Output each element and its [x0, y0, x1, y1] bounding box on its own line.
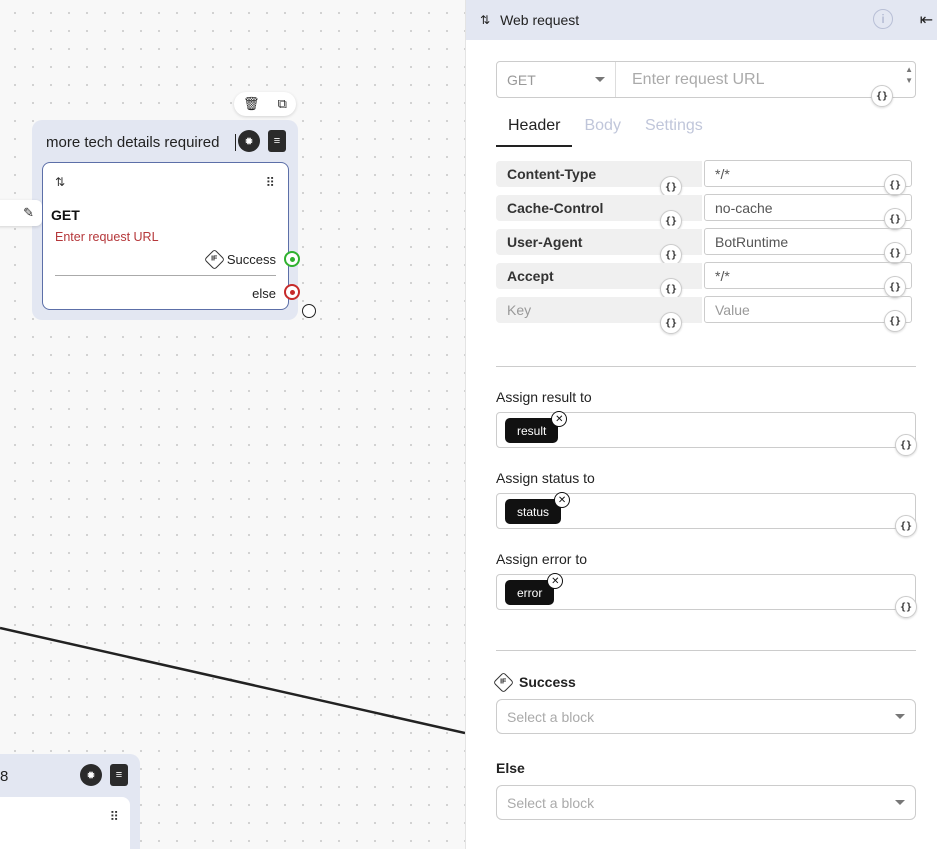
assign-result-label: Assign result to [496, 389, 592, 405]
group-title-input[interactable]: more tech details required [46, 134, 236, 151]
tab-settings[interactable]: Settings [633, 114, 715, 147]
header-value-input[interactable]: Value [704, 296, 912, 323]
success-branch-config: IF Success Select a block [492, 671, 916, 734]
headers-table: Content-Type */* {} {} Cache-Control no-… [496, 159, 916, 334]
drag-handle-icon[interactable]: ⠿ [109, 809, 118, 825]
else-block-select[interactable]: Select a block [496, 785, 916, 820]
success-label: Success [519, 674, 576, 690]
variable-button[interactable]: {} [895, 515, 917, 537]
chevron-down-icon [895, 714, 905, 719]
if-icon: IF [203, 248, 225, 271]
variable-button[interactable]: {} [895, 434, 917, 456]
drag-handle-icon[interactable]: ⠿ [265, 175, 274, 191]
else-branch-config: Else Select a block [496, 760, 916, 820]
tab-bar: Header Body Settings [496, 114, 715, 147]
chevron-down-icon [595, 77, 605, 82]
if-icon: IF [492, 671, 515, 693]
web-request-panel: ⇅ Web request i ⇤ GET Enter request URL … [465, 0, 937, 849]
else-label: Else [496, 760, 525, 776]
delete-icon[interactable]: 🗑 [243, 96, 260, 112]
else-branch: else [252, 286, 276, 301]
header-row: Content-Type */* {} {} [496, 159, 916, 198]
document-icon[interactable]: ≡ [268, 130, 286, 152]
arrows-updown-icon: ⇅ [55, 175, 66, 189]
success-branch: IF Success [203, 248, 276, 271]
ai-brain-icon[interactable]: ✹ [80, 764, 102, 786]
assign-error: Assign error to error ✕ {} [496, 551, 917, 618]
node-card-2[interactable]: ⠿ [0, 797, 130, 849]
group2-title[interactable]: 8 [0, 768, 8, 785]
ai-brain-icon[interactable]: ✹ [238, 130, 260, 152]
variable-chip: status ✕ [505, 492, 571, 524]
success-port[interactable] [284, 251, 300, 267]
collapse-panel-icon[interactable]: ⇤ [920, 10, 933, 30]
header-row: Cache-Control no-cache {} {} [496, 193, 916, 232]
header-value[interactable]: */* [704, 262, 912, 289]
stepper-arrows-icon[interactable]: ▲ ▼ [905, 64, 913, 86]
assign-status-field[interactable]: status ✕ {} [496, 492, 917, 537]
else-port[interactable] [284, 284, 300, 300]
header-value[interactable]: no-cache [704, 194, 912, 221]
assign-result-field[interactable]: result ✕ {} [496, 411, 917, 456]
url-input[interactable]: Enter request URL [616, 62, 915, 97]
web-request-node[interactable]: ⇅ ⠿ GET Enter request URL IF Success els… [42, 162, 289, 310]
variable-button[interactable]: {} [884, 310, 906, 332]
copy-icon[interactable]: ⧉ [278, 96, 287, 112]
header-value[interactable]: */* [704, 160, 912, 187]
variable-chip: error ✕ [505, 573, 564, 605]
header-row: Accept */* {} {} [496, 261, 916, 300]
tab-header[interactable]: Header [496, 114, 573, 147]
panel-header: ⇅ Web request i ⇤ [466, 0, 937, 40]
header-value[interactable]: BotRuntime [704, 228, 912, 255]
header-row-new: Key Value {} {} [496, 295, 916, 334]
success-block-select[interactable]: Select a block [496, 699, 916, 734]
output-port[interactable] [302, 304, 316, 318]
header-row: User-Agent BotRuntime {} {} [496, 227, 916, 266]
panel-title: Web request [500, 12, 580, 28]
chevron-down-icon [895, 800, 905, 805]
remove-chip-icon[interactable]: ✕ [554, 492, 571, 508]
remove-chip-icon[interactable]: ✕ [547, 573, 564, 589]
variable-button[interactable]: {} [660, 312, 682, 334]
tab-body[interactable]: Body [572, 114, 632, 147]
pencil-icon[interactable]: ✎ [23, 205, 34, 221]
variable-button[interactable]: {} [871, 85, 893, 107]
flow-canvas[interactable]: 🗑 ⧉ more tech details required ✹ ≡ ✎ ⇅ ⠿… [0, 0, 465, 849]
assign-status-label: Assign status to [496, 470, 595, 486]
document-icon[interactable]: ≡ [110, 764, 128, 786]
variable-button[interactable]: {} [895, 596, 917, 618]
arrows-updown-icon: ⇅ [480, 13, 491, 27]
variable-chip: result ✕ [505, 411, 568, 443]
node-method: GET [51, 207, 80, 223]
assign-status: Assign status to status ✕ {} [496, 470, 917, 537]
side-toolbar: ✎ [0, 200, 42, 226]
remove-chip-icon[interactable]: ✕ [551, 411, 568, 427]
assign-result: Assign result to result ✕ {} [496, 389, 917, 456]
url-row: GET Enter request URL ▲ ▼ [496, 61, 916, 98]
assign-error-label: Assign error to [496, 551, 588, 567]
node-url: Enter request URL [55, 230, 159, 244]
assign-error-field[interactable]: error ✕ {} [496, 573, 917, 618]
info-icon[interactable]: i [873, 9, 893, 29]
node-toolbar: 🗑 ⧉ [234, 92, 296, 116]
method-select[interactable]: GET [497, 62, 616, 97]
